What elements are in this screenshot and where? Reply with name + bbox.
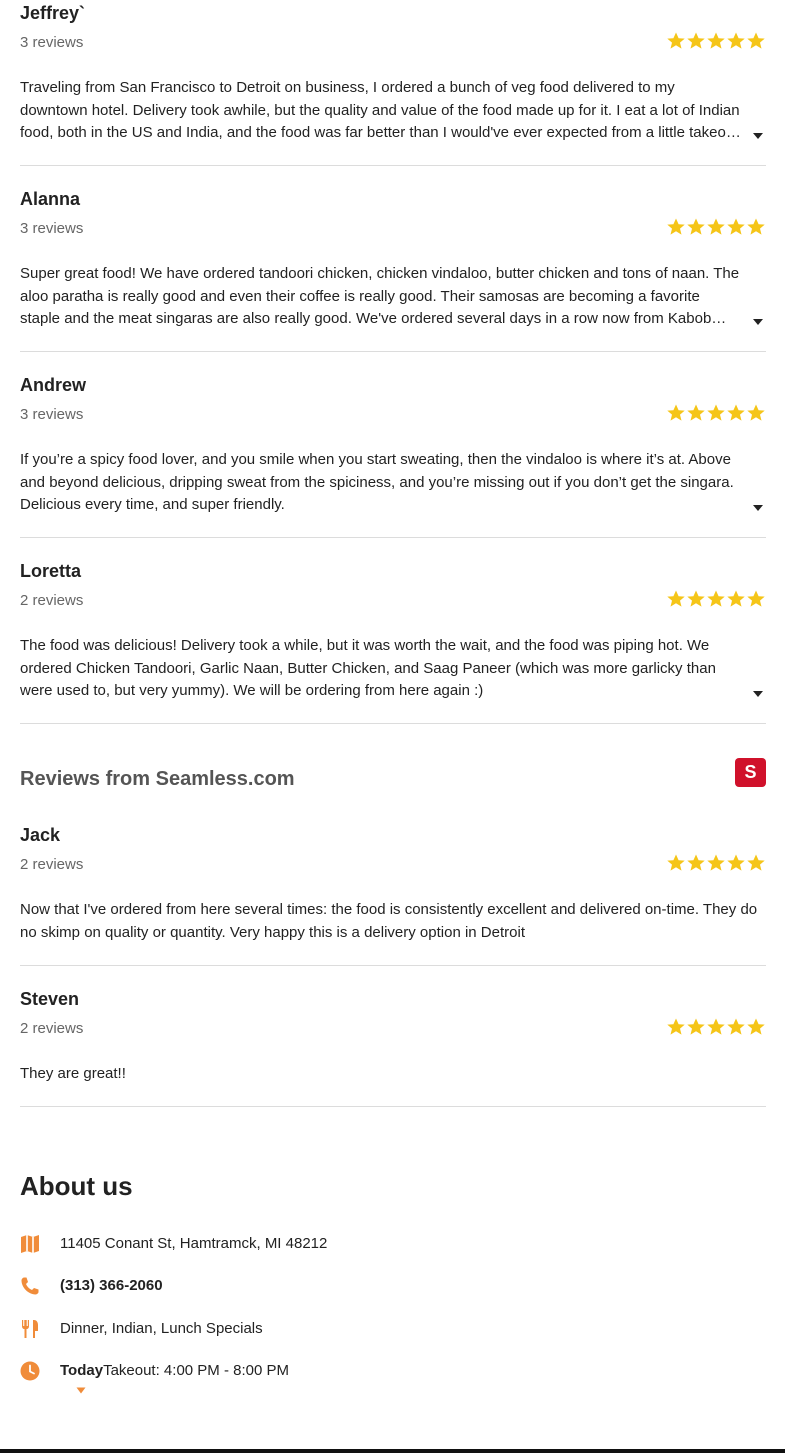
about-hours-row[interactable]: TodayTakeout: 4:00 PM - 8:00 PM	[20, 1359, 766, 1394]
star-rating	[666, 1017, 766, 1037]
star-icon	[747, 854, 765, 871]
clock-icon	[20, 1361, 40, 1381]
star-icon	[687, 854, 705, 871]
seamless-reviews-title: Reviews from Seamless.com	[20, 768, 295, 790]
hours-expand-caret-icon[interactable]	[76, 1387, 86, 1394]
reviewer-name: Loretta	[20, 561, 82, 581]
review-text: They are great!!	[20, 1065, 126, 1082]
reviewer-name: Alanna	[20, 189, 81, 209]
star-icon	[707, 590, 725, 607]
seamless-reviews-header: Reviews from Seamless.com S	[20, 758, 766, 792]
reviewer-review-count: 2 reviews	[20, 1020, 84, 1037]
review-card: Alanna 3 reviews Super great food! We ha…	[20, 166, 766, 352]
star-icon	[727, 854, 745, 871]
star-icon	[687, 218, 705, 235]
star-icon	[747, 218, 765, 235]
review-card: Loretta 2 reviews The food was delicious…	[20, 538, 766, 724]
seamless-logo-icon: S	[735, 758, 766, 787]
star-icon	[707, 218, 725, 235]
expand-caret-icon[interactable]	[752, 318, 764, 326]
star-icon	[687, 590, 705, 607]
address-text: 11405 Conant St, Hamtramck, MI 48212	[60, 1235, 328, 1252]
review-card: Andrew 3 reviews If you’re a spicy food …	[20, 352, 766, 538]
star-icon	[667, 590, 685, 607]
review-card: Jeffrey` 3 reviews Traveling from San Fr…	[20, 0, 766, 166]
star-icon	[707, 404, 725, 421]
star-rating	[666, 589, 766, 609]
star-icon	[747, 1018, 765, 1035]
star-icon	[747, 32, 765, 49]
reviewer-review-count: 2 reviews	[20, 856, 84, 873]
star-icon	[667, 218, 685, 235]
star-rating	[666, 217, 766, 237]
hours-text: TodayTakeout: 4:00 PM - 8:00 PM	[60, 1362, 289, 1379]
star-icon	[707, 1018, 725, 1035]
hours-day-label: Today	[60, 1362, 104, 1379]
expand-caret-icon[interactable]	[752, 132, 764, 140]
about-us-title: About us	[20, 1171, 133, 1201]
star-icon	[707, 854, 725, 871]
fork-knife-icon	[22, 1320, 38, 1338]
review-text: If you’re a spicy food lover, and you sm…	[20, 451, 734, 513]
star-icon	[747, 590, 765, 607]
reviewer-name: Jeffrey`	[20, 3, 86, 23]
star-icon	[687, 404, 705, 421]
star-icon	[727, 404, 745, 421]
reviewer-review-count: 3 reviews	[20, 34, 84, 51]
phone-link[interactable]: (313) 366-2060	[60, 1277, 163, 1294]
reviewer-review-count: 3 reviews	[20, 406, 84, 423]
expand-caret-icon[interactable]	[752, 504, 764, 512]
star-icon	[727, 1018, 745, 1035]
review-card: Steven 2 reviews They are great!!	[20, 966, 766, 1107]
star-icon	[667, 1018, 685, 1035]
star-icon	[727, 32, 745, 49]
star-rating	[666, 31, 766, 51]
review-card: Jack 2 reviews Now that I've ordered fro…	[20, 802, 766, 966]
reviewer-name: Andrew	[20, 375, 87, 395]
reviewer-name: Steven	[20, 989, 80, 1009]
review-text: Traveling from San Francisco to Detroit …	[20, 79, 740, 141]
map-icon	[21, 1235, 39, 1253]
expand-caret-icon[interactable]	[752, 690, 764, 698]
star-icon	[747, 404, 765, 421]
hours-value: Takeout: 4:00 PM - 8:00 PM	[103, 1362, 289, 1379]
star-icon	[707, 32, 725, 49]
reviewer-review-count: 3 reviews	[20, 220, 84, 237]
star-icon	[727, 218, 745, 235]
star-icon	[727, 590, 745, 607]
review-text: Super great food! We have ordered tandoo…	[20, 265, 740, 327]
star-icon	[687, 1018, 705, 1035]
about-cuisine-row: Dinner, Indian, Lunch Specials	[20, 1317, 766, 1341]
star-icon	[667, 404, 685, 421]
cuisine-text: Dinner, Indian, Lunch Specials	[60, 1320, 263, 1337]
star-icon	[687, 32, 705, 49]
bottom-edge-bar	[0, 1449, 785, 1453]
phone-icon	[21, 1277, 39, 1295]
review-text: Now that I've ordered from here several …	[20, 901, 758, 941]
star-rating	[666, 853, 766, 873]
reviewer-review-count: 2 reviews	[20, 592, 84, 609]
about-phone-row[interactable]: (313) 366-2060	[20, 1274, 766, 1298]
review-text: The food was delicious! Delivery took a …	[20, 637, 716, 699]
reviewer-name: Jack	[20, 825, 61, 845]
star-rating	[666, 403, 766, 423]
about-address-row[interactable]: 11405 Conant St, Hamtramck, MI 48212	[20, 1232, 766, 1256]
star-icon	[667, 854, 685, 871]
star-icon	[667, 32, 685, 49]
